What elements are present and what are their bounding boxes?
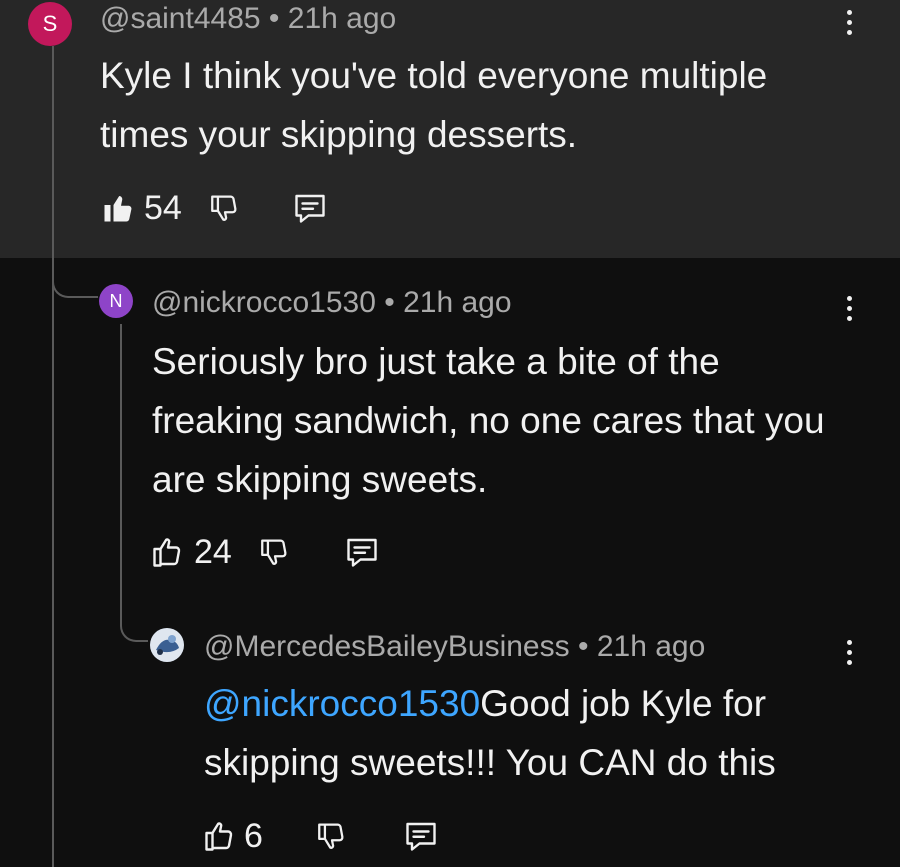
comment-actions: 54 — [100, 186, 328, 230]
comment-actions: 24 — [150, 530, 380, 574]
more-options-icon[interactable] — [843, 296, 855, 321]
like-count: 54 — [144, 188, 182, 227]
like-icon-filled[interactable] — [100, 190, 136, 226]
avatar[interactable]: S — [28, 2, 72, 46]
thread-line-1 — [52, 46, 54, 867]
author-handle[interactable]: @MercedesBaileyBusiness — [204, 630, 570, 663]
avatar[interactable]: N — [99, 284, 133, 318]
timestamp[interactable]: 21h ago — [597, 630, 705, 663]
more-options-icon[interactable] — [843, 10, 855, 35]
avatar[interactable] — [150, 628, 184, 662]
comment-meta: @nickrocco1530 • 21h ago — [152, 286, 512, 320]
timestamp[interactable]: 21h ago — [288, 2, 396, 35]
more-options-icon[interactable] — [843, 640, 855, 665]
thread-line-2 — [120, 324, 122, 616]
profile-photo-icon — [150, 628, 184, 662]
comment-meta: @saint4485 • 21h ago — [100, 2, 396, 36]
meta-separator: • — [577, 630, 589, 663]
thread-connector-1 — [52, 258, 98, 298]
comment-actions: 6 — [202, 814, 439, 858]
meta-separator: • — [384, 286, 395, 319]
thread-connector-2 — [120, 600, 148, 642]
timestamp[interactable]: 21h ago — [403, 286, 511, 319]
comment-meta: @MercedesBaileyBusiness • 21h ago — [204, 630, 705, 664]
meta-separator: • — [268, 2, 280, 35]
comment-text: @nickrocco1530Good job Kyle for skipping… — [204, 674, 854, 792]
like-count: 24 — [194, 532, 232, 571]
dislike-icon[interactable] — [315, 819, 349, 853]
author-handle[interactable]: @saint4485 — [100, 2, 261, 35]
reply-icon[interactable] — [403, 818, 439, 854]
author-handle[interactable]: @nickrocco1530 — [152, 286, 376, 319]
comment-text: Kyle I think you've told everyone multip… — [100, 55, 768, 155]
dislike-icon[interactable] — [258, 535, 292, 569]
reply-icon[interactable] — [292, 190, 328, 226]
like-count: 6 — [244, 816, 263, 855]
comment-text: Seriously bro just take a bite of the fr… — [152, 341, 825, 500]
dislike-icon[interactable] — [208, 191, 242, 225]
reply-icon[interactable] — [344, 534, 380, 570]
like-icon[interactable] — [202, 818, 238, 854]
mention-link[interactable]: @nickrocco1530 — [204, 683, 480, 724]
like-icon[interactable] — [150, 534, 186, 570]
